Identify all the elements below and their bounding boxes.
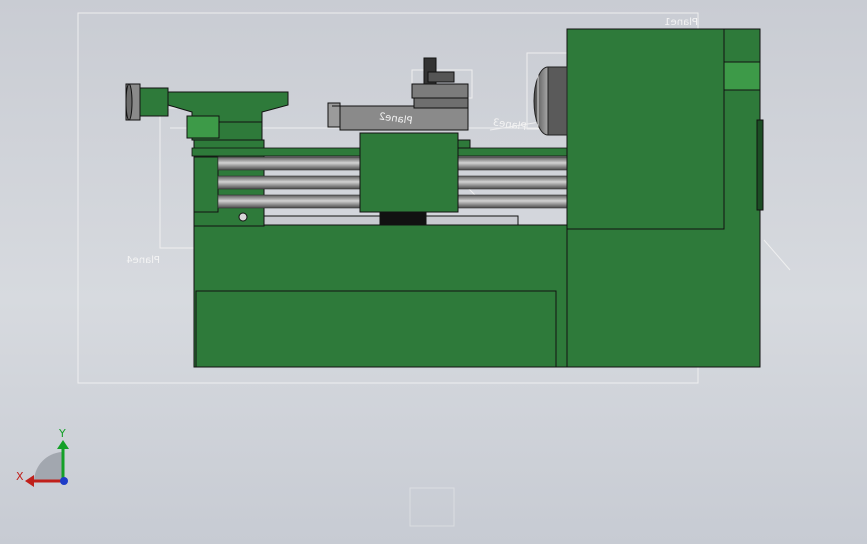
tailstock[interactable] [125,83,289,141]
plane-line-diagonal-2[interactable] [763,239,791,271]
tailstock-handwheel-rim[interactable] [125,83,133,121]
carriage-foot[interactable] [379,211,427,226]
triad-background [34,452,62,480]
z-axis-dot [60,477,68,485]
model-view[interactable]: Plane1 Plane2 Plane3 Plane4 X Y [0,0,867,544]
compound-rest[interactable] [411,83,469,99]
headstock[interactable] [566,28,764,368]
x-axis-label: X [16,470,24,483]
headstock-side-strip[interactable] [756,119,764,211]
graphics-viewport[interactable]: Plane1 Plane2 Plane3 Plane4 X Y [0,0,867,544]
carriage-apron[interactable] [359,132,459,213]
headstock-top[interactable] [566,28,725,230]
tailstock-quill-housing[interactable] [139,87,169,117]
bed-bolt[interactable] [238,212,248,222]
carriage-saddle[interactable] [457,139,471,149]
bed-left-block[interactable] [193,156,219,213]
cross-slide-top[interactable] [413,97,469,109]
y-axis-label: Y [58,427,66,440]
cross-slide-handle[interactable] [327,102,341,128]
bed-drawer[interactable] [195,290,557,368]
tailstock-body[interactable] [167,91,289,141]
headstock-panel[interactable] [723,61,761,91]
coordinate-triad[interactable]: X Y [16,427,69,487]
chuck[interactable] [533,66,568,136]
chuck-body[interactable] [547,66,568,136]
plane-label-4: Plane4 [126,255,160,266]
x-axis-arrow [25,475,34,487]
plane-label-1: Plane1 [664,17,698,28]
tool-post-cap[interactable] [427,71,455,83]
view-cube-ghost-face[interactable] [409,487,455,527]
y-axis-arrow [57,440,69,449]
view-cube-ghost[interactable] [409,487,455,527]
tailstock-window[interactable] [186,115,220,139]
plane-label-3: Plane3 [492,117,527,133]
